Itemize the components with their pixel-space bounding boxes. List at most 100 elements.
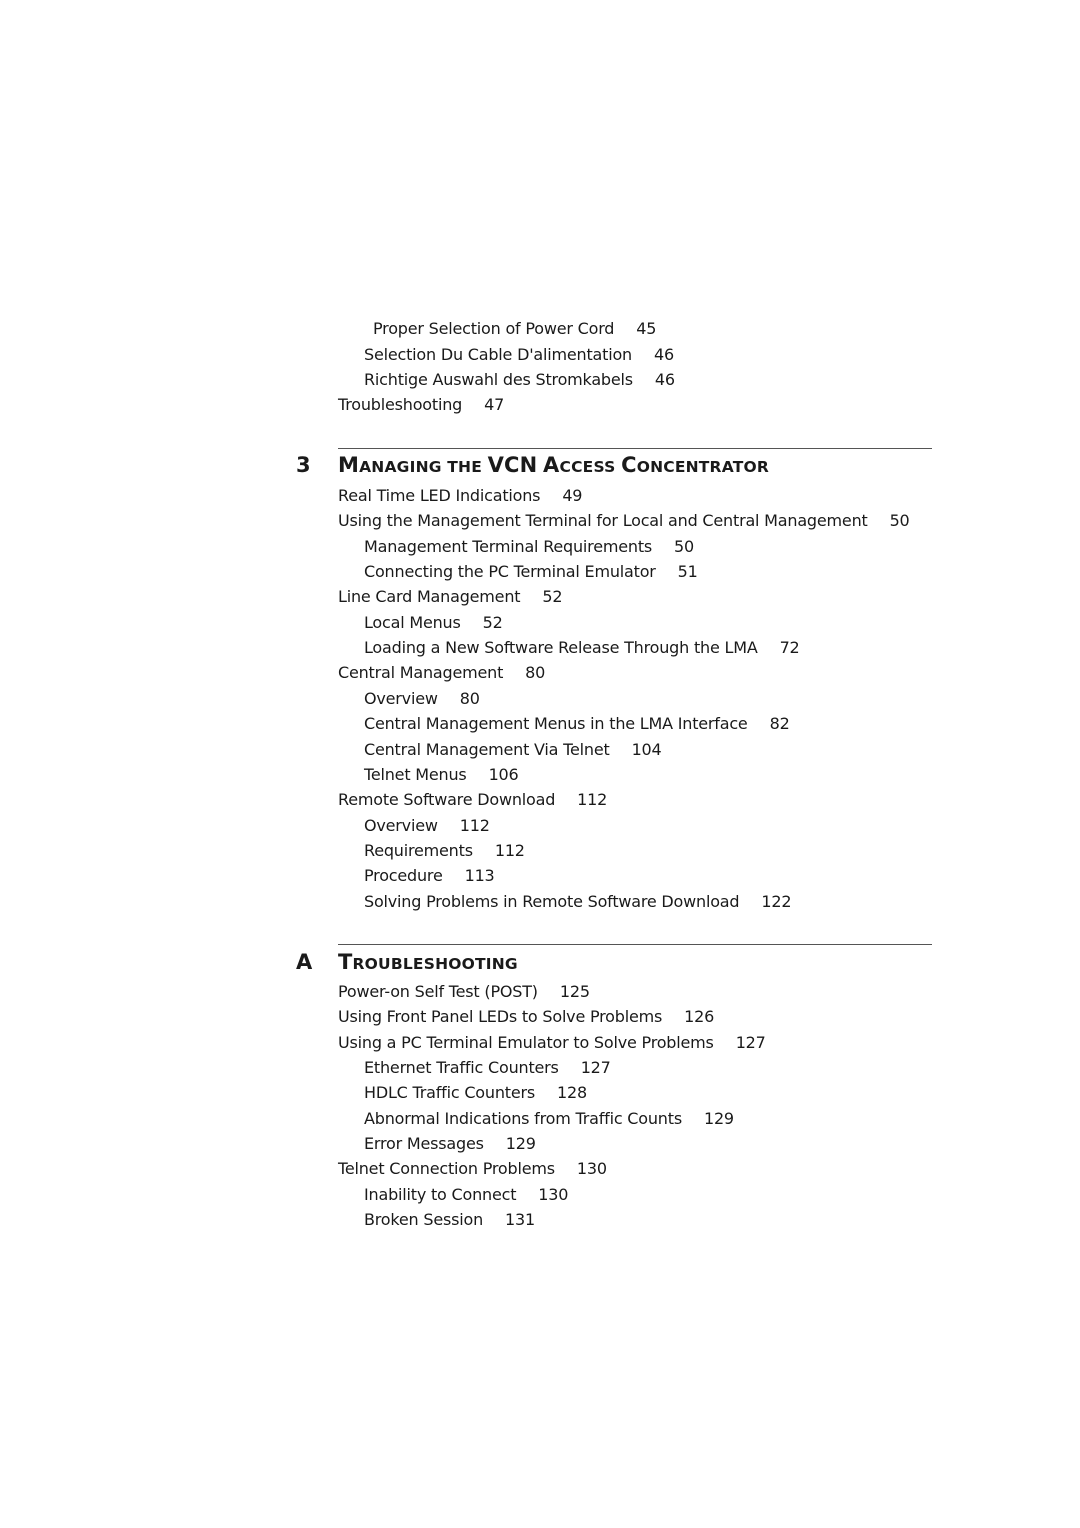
toc-entry[interactable]: Procedure 113 <box>364 866 495 886</box>
entry-title: Solving Problems in Remote Software Down… <box>364 892 740 911</box>
entry-title: Overview <box>364 689 438 708</box>
chapter-divider <box>338 448 932 449</box>
toc-entry[interactable]: Error Messages 129 <box>364 1134 536 1154</box>
entry-title: Proper Selection of Power Cord <box>373 319 615 338</box>
entry-title: Error Messages <box>364 1134 484 1153</box>
toc-entry[interactable]: HDLC Traffic Counters 128 <box>364 1083 587 1103</box>
entry-page: 112 <box>494 841 525 860</box>
toc-entry[interactable]: Using a PC Terminal Emulator to Solve Pr… <box>338 1033 766 1053</box>
toc-entry[interactable]: Local Menus 52 <box>364 613 503 633</box>
toc-entry[interactable]: Solving Problems in Remote Software Down… <box>364 892 792 912</box>
toc-entry[interactable]: Using Front Panel LEDs to Solve Problems… <box>338 1007 714 1027</box>
entry-title: Power-on Self Test (POST) <box>338 982 538 1001</box>
entry-title: Remote Software Download <box>338 790 556 809</box>
entry-title: Management Terminal Requirements <box>364 537 653 556</box>
entry-title: Central Management <box>338 663 504 682</box>
toc-entry[interactable]: Ethernet Traffic Counters 127 <box>364 1058 611 1078</box>
toc-entry[interactable]: Connecting the PC Terminal Emulator 51 <box>364 562 698 582</box>
entry-page: 125 <box>559 982 590 1001</box>
chapter-title[interactable]: TROUBLESHOOTING <box>338 950 518 974</box>
toc-entry[interactable]: Overview 112 <box>364 816 490 836</box>
toc-entry[interactable]: Troubleshooting 47 <box>338 395 504 415</box>
toc-entry[interactable]: Inability to Connect 130 <box>364 1185 568 1205</box>
entry-page: 80 <box>459 689 480 708</box>
entry-title: Real Time LED Indications <box>338 486 541 505</box>
entry-page: 46 <box>654 370 675 389</box>
entry-title: Richtige Auswahl des Stromkabels <box>364 370 633 389</box>
entry-title: Broken Session <box>364 1210 484 1229</box>
toc-entry[interactable]: Central Management 80 <box>338 663 545 683</box>
entry-page: 131 <box>505 1210 535 1229</box>
toc-entry[interactable]: Selection Du Cable D'alimentation 46 <box>364 345 674 365</box>
toc-entry[interactable]: Real Time LED Indications 49 <box>338 486 582 506</box>
entry-title: Using Front Panel LEDs to Solve Problems <box>338 1007 663 1026</box>
entry-page: 46 <box>654 345 674 364</box>
entry-title: HDLC Traffic Counters <box>364 1083 535 1102</box>
toc-entry[interactable]: Management Terminal Requirements 50 <box>364 537 694 557</box>
toc-entry[interactable]: Proper Selection of Power Cord 45 <box>373 319 656 339</box>
entry-page: 104 <box>631 740 662 759</box>
toc-page: Proper Selection of Power Cord 45 Selecti… <box>0 0 1080 1528</box>
entry-title: Abnormal Indications from Traffic Counts <box>364 1109 682 1128</box>
entry-page: 127 <box>735 1033 766 1052</box>
toc-entry[interactable]: Central Management Menus in the LMA Inte… <box>364 714 790 734</box>
entry-page: 129 <box>505 1134 536 1153</box>
entry-page: 49 <box>562 486 583 505</box>
entry-title: Telnet Menus <box>364 765 467 784</box>
toc-entry[interactable]: Using the Management Terminal for Local … <box>338 511 910 531</box>
entry-title: Telnet Connection Problems <box>338 1159 555 1178</box>
entry-page: 51 <box>677 562 698 581</box>
entry-title: Local Menus <box>364 613 461 632</box>
entry-page: 127 <box>580 1058 611 1077</box>
entry-page: 122 <box>761 892 792 911</box>
toc-entry[interactable]: Loading a New Software Release Through t… <box>364 638 800 658</box>
entry-title: Troubleshooting <box>338 395 463 414</box>
entry-page: 80 <box>525 663 546 682</box>
chapter-title[interactable]: MANAGING THE VCN ACCESS CONCENTRATOR <box>338 453 769 477</box>
entry-page: 129 <box>703 1109 734 1128</box>
toc-entry[interactable]: Telnet Menus 106 <box>364 765 519 785</box>
entry-title: Using a PC Terminal Emulator to Solve Pr… <box>338 1033 714 1052</box>
toc-entry[interactable]: Remote Software Download 112 <box>338 790 607 810</box>
entry-page: 52 <box>542 587 563 606</box>
entry-title: Requirements <box>364 841 473 860</box>
entry-title: Procedure <box>364 866 443 885</box>
chapter-divider <box>338 944 932 945</box>
entry-title: Line Card Management <box>338 587 521 606</box>
toc-entry[interactable]: Abnormal Indications from Traffic Counts… <box>364 1109 734 1129</box>
entry-page: 47 <box>484 395 505 414</box>
entry-title: Overview <box>364 816 438 835</box>
entry-page: 106 <box>488 765 519 784</box>
chapter-number: 3 <box>296 453 311 477</box>
entry-page: 112 <box>459 816 490 835</box>
entry-page: 112 <box>577 790 608 809</box>
entry-page: 50 <box>674 537 694 556</box>
toc-entry[interactable]: Power-on Self Test (POST) 125 <box>338 982 590 1002</box>
entry-page: 72 <box>779 638 800 657</box>
toc-entry[interactable]: Requirements 112 <box>364 841 525 861</box>
entry-title: Central Management Via Telnet <box>364 740 610 759</box>
toc-entry[interactable]: Line Card Management 52 <box>338 587 563 607</box>
entry-title: Using the Management Terminal for Local … <box>338 511 868 530</box>
entry-title: Connecting the PC Terminal Emulator <box>364 562 656 581</box>
entry-title: Loading a New Software Release Through t… <box>364 638 758 657</box>
entry-title: Inability to Connect <box>364 1185 517 1204</box>
entry-title: Selection Du Cable D'alimentation <box>364 345 632 364</box>
toc-entry[interactable]: Central Management Via Telnet 104 <box>364 740 662 760</box>
toc-entry[interactable]: Overview 80 <box>364 689 480 709</box>
entry-title: Central Management Menus in the LMA Inte… <box>364 714 748 733</box>
chapter-number: A <box>296 950 313 974</box>
entry-page: 130 <box>538 1185 569 1204</box>
toc-entry[interactable]: Broken Session 131 <box>364 1210 535 1230</box>
entry-page: 50 <box>889 511 910 530</box>
entry-page: 128 <box>557 1083 587 1102</box>
entry-title: Ethernet Traffic Counters <box>364 1058 559 1077</box>
toc-entry[interactable]: Telnet Connection Problems 130 <box>338 1159 607 1179</box>
entry-page: 82 <box>769 714 790 733</box>
entry-page: 126 <box>684 1007 715 1026</box>
entry-page: 45 <box>636 319 657 338</box>
entry-page: 52 <box>482 613 503 632</box>
entry-page: 113 <box>464 866 495 885</box>
toc-entry[interactable]: Richtige Auswahl des Stromkabels 46 <box>364 370 675 390</box>
entry-page: 130 <box>576 1159 607 1178</box>
